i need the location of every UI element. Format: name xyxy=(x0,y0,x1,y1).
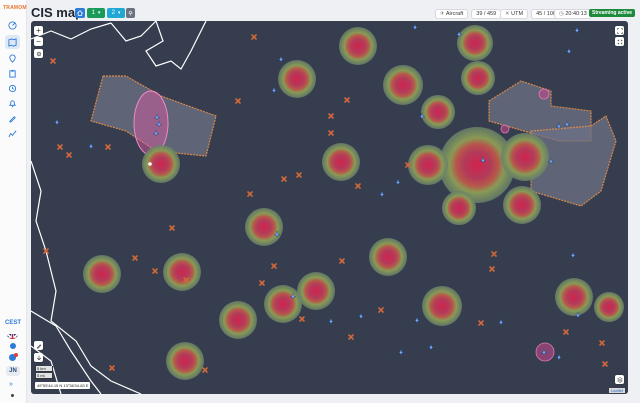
sidebar-item-styles[interactable] xyxy=(5,111,20,125)
map-icon xyxy=(8,37,17,47)
clock-icon: ◷ xyxy=(559,11,564,17)
download-button[interactable] xyxy=(34,353,43,362)
heat-zones xyxy=(83,25,624,380)
history-icon xyxy=(8,84,17,92)
sidebar-item-radar[interactable] xyxy=(5,18,20,32)
layer-2-label: 2 xyxy=(111,10,115,16)
chevron-down-icon: ▾ xyxy=(97,10,101,16)
sidebar: TRAMOM CEST JN » xyxy=(0,0,27,403)
home-button[interactable] xyxy=(75,8,85,18)
layers-icon xyxy=(616,376,623,383)
aircraft-label: Aircraft xyxy=(445,11,464,17)
fullscreen-button[interactable] xyxy=(615,26,624,35)
map-canvas[interactable]: + − 5 km 5 mi 49°55'44.15 N 13°36'04.63 … xyxy=(31,21,628,394)
zoom-in-button[interactable]: + xyxy=(34,26,43,35)
fullscreen-icon xyxy=(616,27,623,34)
exit-fullscreen-button[interactable] xyxy=(615,37,624,46)
aircraft-total: 459 xyxy=(486,11,497,17)
aircraft-count: 39 xyxy=(476,11,483,17)
pin-icon xyxy=(9,54,16,63)
sidebar-item-reports[interactable] xyxy=(5,66,20,80)
sidebar-item-locations[interactable] xyxy=(5,51,20,65)
utm-stats: ✕ UTM 45 / 100 xyxy=(500,9,561,19)
app-logo: TRAMOM xyxy=(3,5,27,11)
expand-sidebar-icon[interactable]: » xyxy=(9,381,13,388)
chevron-down-icon: ▾ xyxy=(117,10,121,16)
locate-button[interactable] xyxy=(34,49,43,58)
utm-label-box: ✕ UTM xyxy=(500,9,529,19)
utm-label: UTM xyxy=(511,11,524,17)
clipboard-icon xyxy=(9,69,16,78)
map-attribution[interactable]: Leaflet xyxy=(608,388,625,393)
sidebar-item-history[interactable] xyxy=(5,81,20,95)
layer-2-dropdown[interactable]: 2 ▾ xyxy=(107,8,125,18)
utm-icon: ✕ xyxy=(505,11,510,17)
clock: ◷ 20:40:13 xyxy=(554,9,592,19)
connection-indicator xyxy=(11,394,14,397)
sidebar-item-statistics[interactable] xyxy=(5,126,20,140)
clock-time: 20:40:13 xyxy=(565,11,587,17)
sidebar-item-alerts[interactable] xyxy=(5,96,20,110)
chart-icon xyxy=(8,130,17,137)
scale-km: 5 km xyxy=(35,366,53,372)
scale-mi: 5 mi xyxy=(35,373,53,379)
home-icon xyxy=(77,10,83,16)
pencil-icon xyxy=(36,343,41,349)
layer-1-label: 1 xyxy=(91,10,95,16)
utm-count: 45 xyxy=(536,11,543,17)
sidebar-item-map[interactable] xyxy=(5,35,20,49)
language-flag-icon[interactable] xyxy=(7,330,18,339)
theme-toggle-icon[interactable] xyxy=(10,343,16,349)
scale-bar: 5 km 5 mi xyxy=(35,366,53,380)
map-layers xyxy=(31,21,624,394)
notification-badge xyxy=(14,353,18,357)
timezone-label[interactable]: CEST xyxy=(2,320,24,326)
clock-box: ◷ 20:40:13 xyxy=(554,9,592,19)
draw-button[interactable] xyxy=(34,341,43,350)
paint-icon xyxy=(9,115,16,123)
radar-icon xyxy=(8,20,17,30)
zoom-out-button[interactable]: − xyxy=(34,37,43,46)
aircraft-label-box: ✈ Aircraft xyxy=(435,9,469,19)
pin-icon xyxy=(128,10,133,15)
crosshair-icon xyxy=(36,51,41,56)
plane-icon: ✈ xyxy=(440,11,445,17)
bell-icon xyxy=(8,99,17,107)
shrink-icon xyxy=(617,39,622,44)
aircraft-count-box: 39 / 459 xyxy=(471,9,502,19)
cursor-dot xyxy=(148,162,152,166)
status-badge: Streaming active xyxy=(589,9,636,17)
cursor-coordinates: 49°55'44.15 N 13°36'04.63 E xyxy=(35,382,91,389)
aircraft-stats: ✈ Aircraft 39 / 459 xyxy=(435,9,502,19)
pin-button[interactable] xyxy=(126,8,135,18)
avatar[interactable]: JN xyxy=(6,366,20,376)
layers-button[interactable] xyxy=(615,375,624,384)
download-icon xyxy=(36,355,41,360)
layer-1-dropdown[interactable]: 1 ▾ xyxy=(87,8,105,18)
